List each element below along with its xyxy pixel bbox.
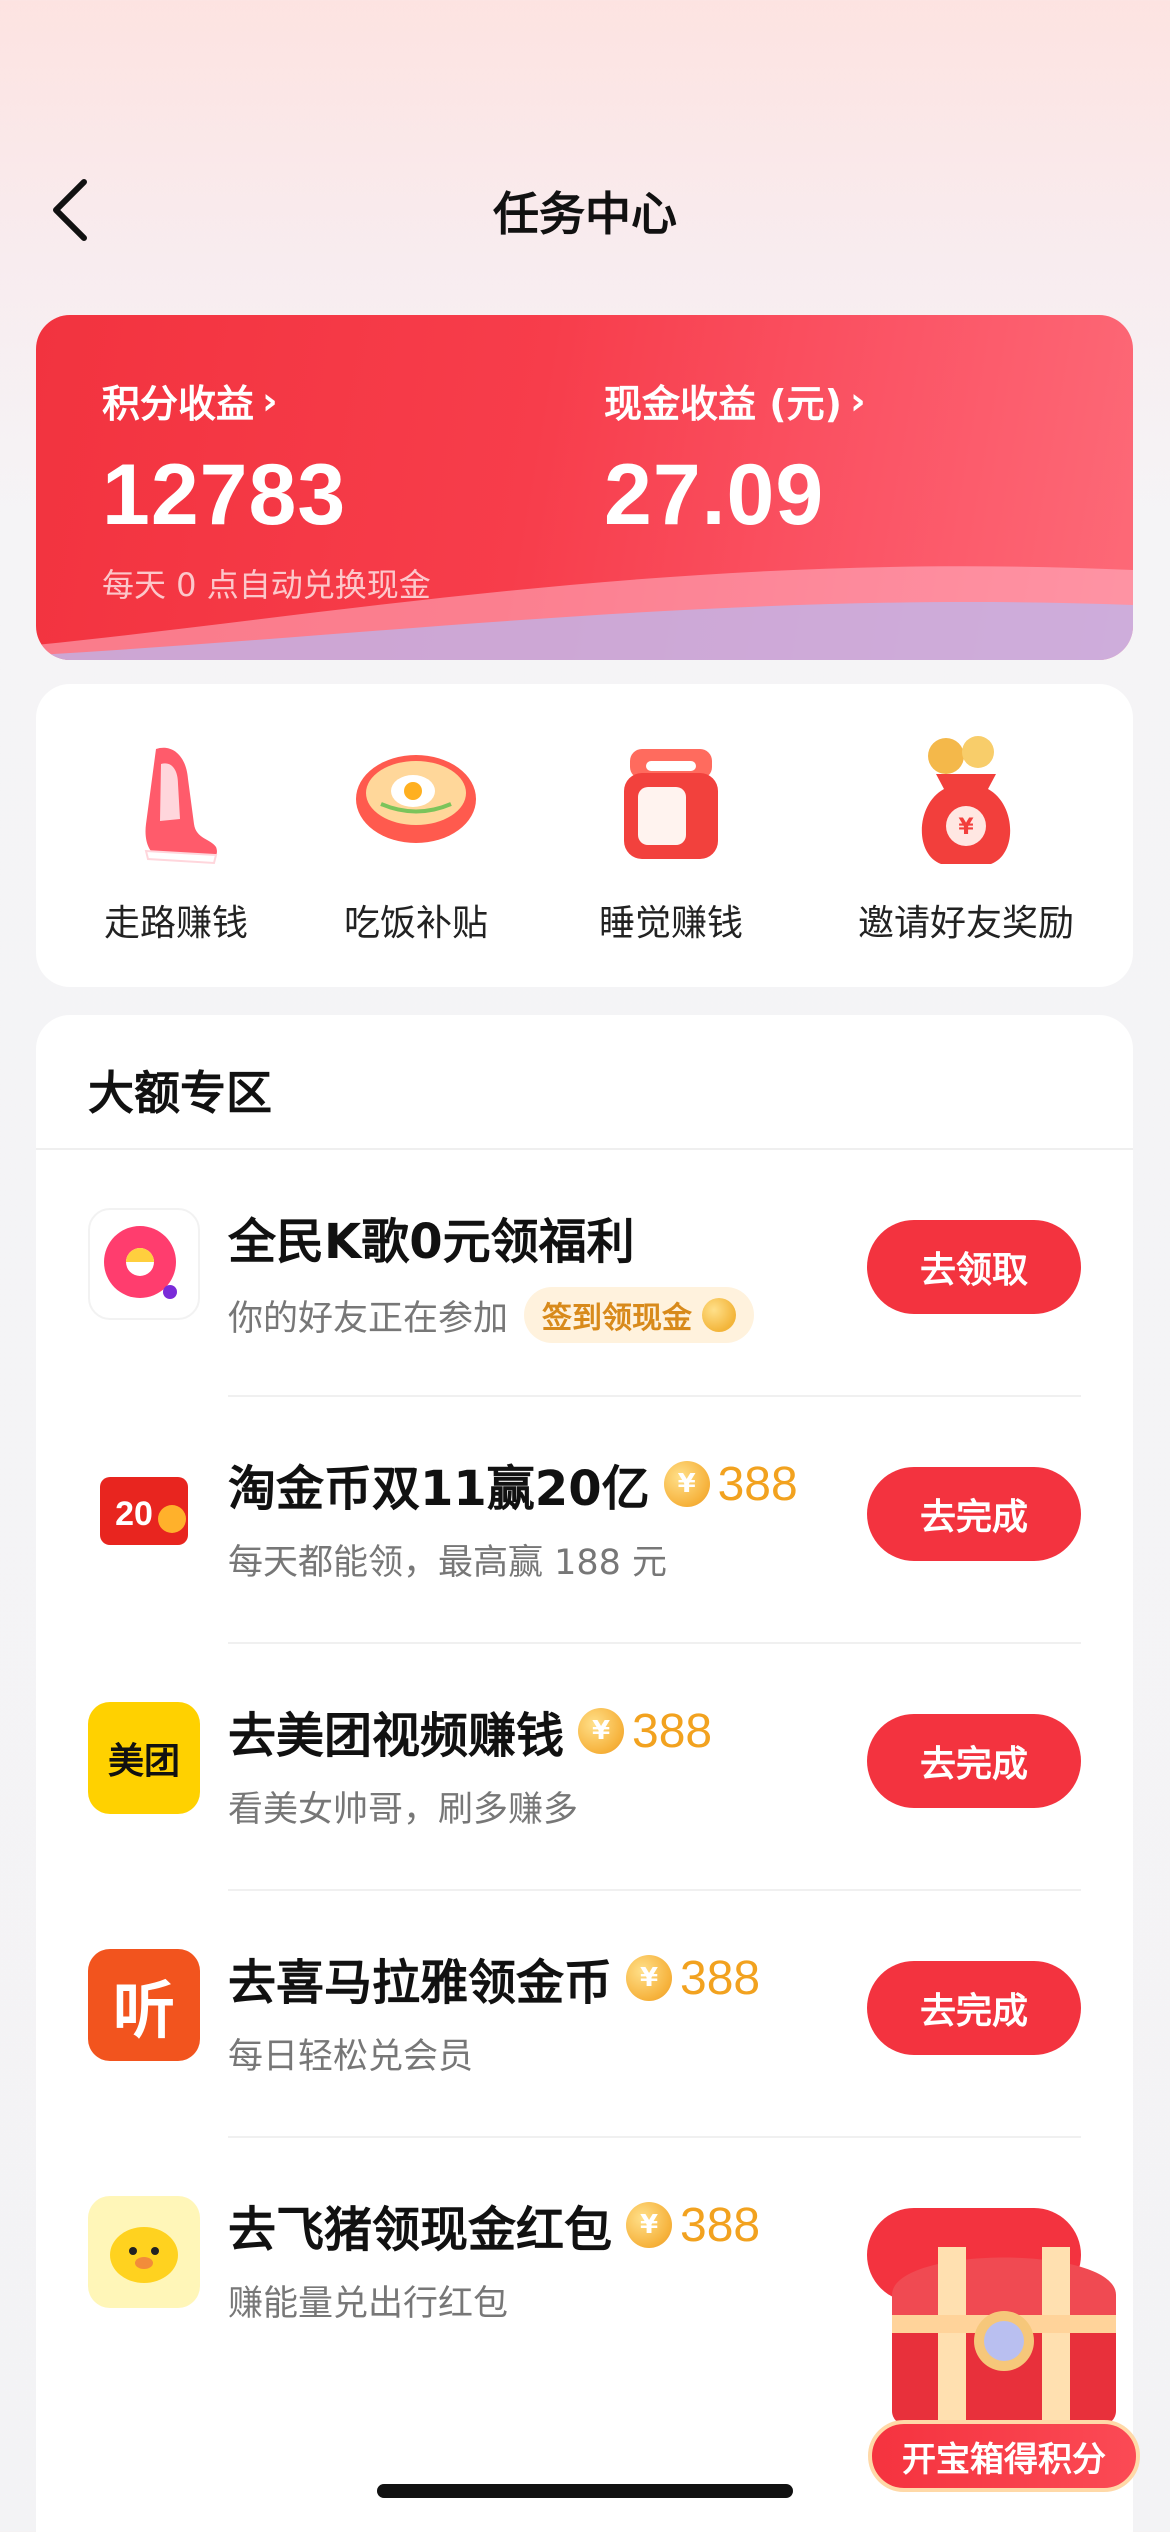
alarm-clock-icon [601, 734, 741, 874]
coin-icon [702, 1298, 737, 1332]
earnings-card: 积分收益 › 12783 现金收益 (元) › 27.09 每天 0 点自动兑换现金 [36, 315, 1133, 660]
task-row: 全民K歌0元领福利 你的好友正在参加 签到领现金 去领取 [36, 1150, 1133, 1397]
reward-value: 388 [680, 1951, 761, 2005]
reward: ¥388 [626, 1951, 760, 2006]
ximalaya-logo-icon: 听 [88, 1949, 200, 2061]
task-title-text: 淘金币双11赢20亿 [228, 1461, 650, 1517]
reward: ¥388 [626, 2198, 760, 2253]
task-subtitle: 每日轻松兑会员 [228, 2037, 474, 2077]
quick-action-meal[interactable]: 吃饭补贴 [296, 734, 536, 946]
task-title: 去美团视频赚钱 ¥388 [228, 1696, 712, 1766]
taobao-coin-logo-icon: 20 [88, 1455, 200, 1567]
money-bag-icon: ¥ [896, 734, 1036, 874]
complete-button[interactable]: 去完成 [867, 1714, 1081, 1808]
reward: ¥388 [578, 1704, 712, 1759]
quick-actions-card: 走路赚钱 吃饭补贴 睡觉赚钱 ¥ 邀请好友奖励 [36, 684, 1133, 987]
task-row: 20 淘金币双11赢20亿 ¥388 每天都能领，最高赢 188 元 去完成 [36, 1397, 1133, 1644]
promo-tag-text: 签到领现金 [542, 1301, 693, 1336]
quick-action-label: 睡觉赚钱 [598, 903, 743, 944]
chevron-right-icon: › [262, 378, 278, 423]
task-title: 去飞猪领现金红包 ¥388 [228, 2190, 760, 2260]
coin-icon: ¥ [626, 1955, 673, 2001]
treasure-label: 开宝箱得积分 [868, 2420, 1140, 2492]
coin-icon: ¥ [578, 1708, 625, 1754]
complete-button[interactable]: 去完成 [867, 1961, 1081, 2055]
points-earnings[interactable]: 积分收益 › 12783 [102, 373, 346, 545]
cash-value: 27.09 [604, 447, 825, 543]
fliggy-logo-icon [88, 2196, 200, 2308]
quick-action-walk[interactable]: 走路赚钱 [56, 734, 296, 946]
reward-value: 388 [717, 1457, 798, 1511]
svg-text:20: 20 [115, 1495, 153, 1533]
reward: ¥388 [663, 1457, 798, 1512]
chevron-right-icon: › [849, 378, 866, 423]
task-subtitle-text: 你的好友正在参加 [228, 1298, 509, 1339]
task-subtitle: 赚能量兑出行红包 [228, 2284, 509, 2324]
svg-text:¥: ¥ [958, 815, 974, 840]
treasure-chest-icon [892, 2247, 1116, 2425]
treasure-chest-button[interactable]: 开宝箱得积分 [858, 2225, 1150, 2492]
home-indicator [377, 2484, 793, 2498]
task-title: 全民K歌0元领福利 [228, 1214, 635, 1270]
quick-action-invite[interactable]: ¥ 邀请好友奖励 [846, 734, 1086, 946]
claim-button[interactable]: 去领取 [867, 1220, 1081, 1314]
exchange-note: 每天 0 点自动兑换现金 [102, 566, 431, 604]
quick-action-label: 吃饭补贴 [343, 903, 488, 944]
points-label: 积分收益 [102, 382, 255, 426]
task-title-text: 去飞猪领现金红包 [228, 2202, 613, 2258]
karaoke-logo-icon [88, 1208, 200, 1320]
task-title-text: 去喜马拉雅领金币 [228, 1955, 613, 2011]
task-subtitle: 每天都能领，最高赢 188 元 [228, 1543, 668, 1583]
task-title: 去喜马拉雅领金币 ¥388 [228, 1943, 760, 2013]
promo-tag: 签到领现金 [524, 1287, 755, 1343]
meituan-logo-text: 美团 [107, 1741, 180, 1782]
complete-button[interactable]: 去完成 [867, 1467, 1081, 1561]
ximalaya-logo-text: 听 [112, 1974, 175, 2047]
quick-action-label: 走路赚钱 [103, 903, 248, 944]
cash-earnings[interactable]: 现金收益 (元) › 27.09 [604, 373, 866, 545]
task-row: 美团 去美团视频赚钱 ¥388 看美女帅哥，刷多赚多 去完成 [36, 1644, 1133, 1891]
cash-label: 现金收益 (元) [604, 382, 842, 426]
meituan-logo-icon: 美团 [88, 1702, 200, 1814]
reward-value: 388 [680, 2198, 761, 2252]
points-value: 12783 [102, 447, 347, 543]
section-title: 大额专区 [88, 1066, 272, 1120]
coin-icon: ¥ [626, 2202, 673, 2248]
page-title: 任务中心 [493, 187, 677, 241]
task-row: 听 去喜马拉雅领金币 ¥388 每日轻松兑会员 去完成 [36, 1891, 1133, 2138]
sneaker-icon [106, 734, 246, 874]
task-title-text: 去美团视频赚钱 [228, 1708, 565, 1764]
quick-action-sleep[interactable]: 睡觉赚钱 [551, 734, 791, 946]
top-bar: 任务中心 [0, 150, 1170, 270]
task-subtitle: 看美女帅哥，刷多赚多 [228, 1790, 579, 1830]
task-subtitle: 你的好友正在参加 签到领现金 [228, 1287, 755, 1343]
reward-value: 388 [632, 1704, 713, 1758]
quick-action-label: 邀请好友奖励 [857, 903, 1074, 944]
rice-bowl-icon [346, 734, 486, 874]
task-title: 淘金币双11赢20亿 ¥388 [228, 1449, 798, 1519]
coin-icon: ¥ [663, 1461, 710, 1507]
